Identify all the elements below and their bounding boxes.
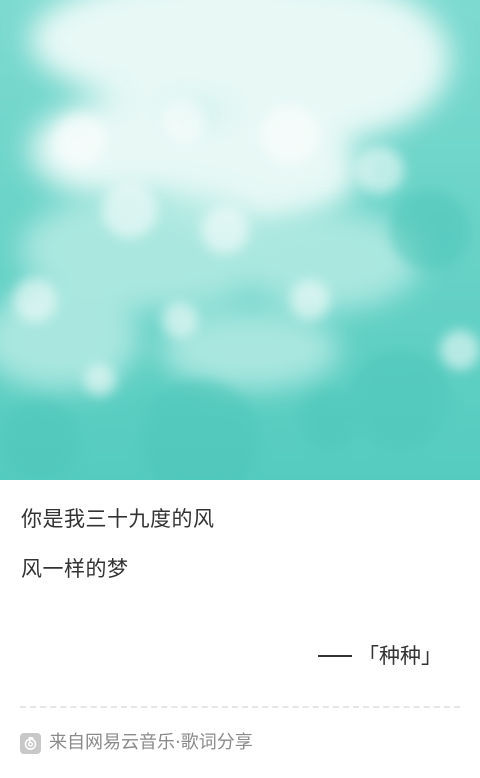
song-title: 「种种」 [358, 644, 442, 668]
netease-cloud-music-logo-icon [20, 732, 41, 754]
lyrics: 你是我三十九度的风 风一样的梦 [21, 505, 459, 583]
lyric-share-card: 你是我三十九度的风 风一样的梦 「种种」 来自网易云音乐·歌词分享 [0, 0, 480, 778]
attribution-dash [318, 655, 352, 657]
lyric-line: 你是我三十九度的风 [21, 507, 215, 531]
cover-image [0, 0, 480, 480]
share-footer: 来自网易云音乐·歌词分享 [20, 731, 253, 755]
lyric-line: 风一样的梦 [21, 557, 129, 581]
song-attribution: 「种种」 [318, 642, 442, 670]
dashed-divider [20, 706, 460, 708]
share-source-text: 来自网易云音乐·歌词分享 [49, 732, 253, 753]
